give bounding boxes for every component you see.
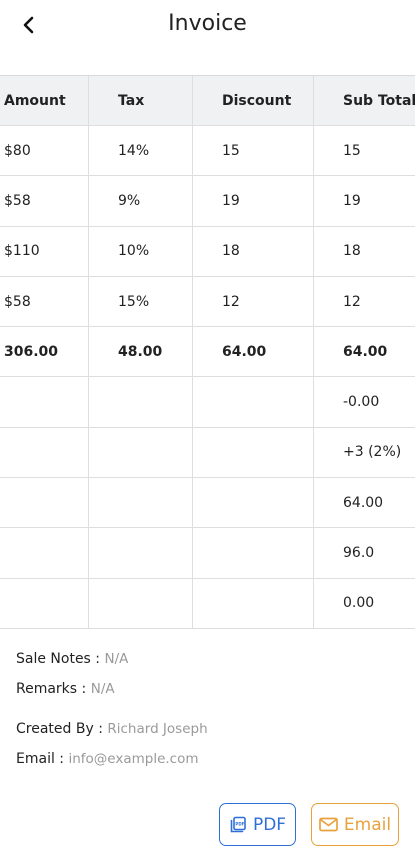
- email-button-label: Email: [343, 814, 392, 835]
- total-tax: 48.00: [89, 327, 193, 377]
- email-button[interactable]: Email: [311, 803, 399, 846]
- empty-cell: [193, 478, 314, 528]
- email-value: info@example.com: [68, 751, 199, 767]
- tax-cell: 14%: [89, 126, 193, 176]
- remarks-label: Remarks :: [16, 681, 87, 697]
- column-header-amount: Amount: [0, 76, 89, 125]
- empty-cell: [0, 377, 89, 427]
- total-discount: 64.00: [193, 327, 314, 377]
- summary-value: -0.00: [343, 394, 380, 411]
- pdf-button[interactable]: PDF PDF: [219, 803, 296, 846]
- email-label: Email :: [16, 751, 65, 767]
- empty-cell: [89, 478, 193, 528]
- table-row: $80 14% 15 15: [0, 126, 415, 177]
- created-by: Created By : Richard Joseph: [16, 718, 406, 748]
- summary-value: 0.00: [343, 595, 375, 612]
- email-info: Email : info@example.com: [16, 748, 406, 778]
- summary-row: 96.0: [0, 528, 415, 579]
- totals-row: 306.00 48.00 64.00 64.00: [0, 327, 415, 378]
- total-sub-total: 64.00: [343, 343, 388, 360]
- table-header-row: Amount Tax Discount Sub Total: [0, 76, 415, 126]
- column-header-sub-total: Sub Total: [343, 92, 415, 109]
- discount-cell: 18: [193, 226, 314, 276]
- action-bar: PDF PDF Email: [0, 803, 415, 847]
- amount-cell: $110: [0, 226, 89, 276]
- created-by-value: Richard Joseph: [107, 721, 208, 737]
- table-row: $58 15% 12 12: [0, 276, 415, 328]
- total-amount: 306.00: [0, 327, 89, 377]
- svg-text:PDF: PDF: [235, 821, 244, 826]
- envelope-icon: [319, 817, 338, 832]
- empty-cell: [0, 528, 89, 578]
- column-header-discount: Discount: [193, 76, 314, 125]
- summary-value: +3 (2%): [343, 444, 402, 461]
- discount-cell: 12: [193, 276, 314, 327]
- summary-row: 64.00: [0, 478, 415, 529]
- invoice-notes: Sale Notes : N/A Remarks : N/A Created B…: [16, 648, 406, 778]
- invoice-table: Amount Tax Discount Sub Total $80 14% 15…: [0, 75, 415, 629]
- page-title: Invoice: [168, 11, 247, 36]
- summary-value: 64.00: [343, 494, 384, 511]
- sale-notes-label: Sale Notes :: [16, 651, 101, 667]
- sale-notes-value: N/A: [104, 651, 129, 667]
- empty-cell: [89, 427, 193, 478]
- tax-cell: 15%: [89, 276, 193, 327]
- table-row: $58 9% 19 19: [0, 176, 415, 227]
- pdf-file-icon: PDF: [230, 816, 246, 832]
- empty-cell: [89, 578, 193, 628]
- summary-value: 96.0: [343, 545, 375, 562]
- amount-cell: $58: [0, 176, 89, 226]
- empty-cell: [193, 427, 314, 478]
- amount-cell: $80: [0, 126, 89, 176]
- empty-cell: [0, 427, 89, 478]
- table-row: $110 10% 18 18: [0, 226, 415, 277]
- column-header-tax: Tax: [89, 76, 193, 125]
- pdf-button-label: PDF: [252, 814, 287, 835]
- discount-cell: 19: [193, 176, 314, 226]
- tax-cell: 9%: [89, 176, 193, 226]
- empty-cell: [193, 528, 314, 578]
- empty-cell: [0, 478, 89, 528]
- remarks-value: N/A: [90, 681, 115, 697]
- sub-total-cell: 18: [343, 243, 361, 260]
- sale-notes: Sale Notes : N/A: [16, 648, 406, 678]
- sub-total-cell: 19: [343, 192, 361, 209]
- empty-cell: [193, 377, 314, 427]
- sub-total-cell: 15: [343, 142, 361, 159]
- empty-cell: [0, 578, 89, 628]
- sub-total-cell: 12: [343, 293, 361, 310]
- header: Invoice: [0, 0, 415, 56]
- summary-row: 0.00: [0, 578, 415, 629]
- empty-cell: [89, 377, 193, 427]
- tax-cell: 10%: [89, 226, 193, 276]
- summary-row: +3 (2%): [0, 427, 415, 479]
- summary-row: -0.00: [0, 377, 415, 428]
- discount-cell: 15: [193, 126, 314, 176]
- remarks: Remarks : N/A: [16, 678, 406, 708]
- amount-cell: $58: [0, 276, 89, 327]
- empty-cell: [193, 578, 314, 628]
- empty-cell: [89, 528, 193, 578]
- created-by-label: Created By :: [16, 721, 103, 737]
